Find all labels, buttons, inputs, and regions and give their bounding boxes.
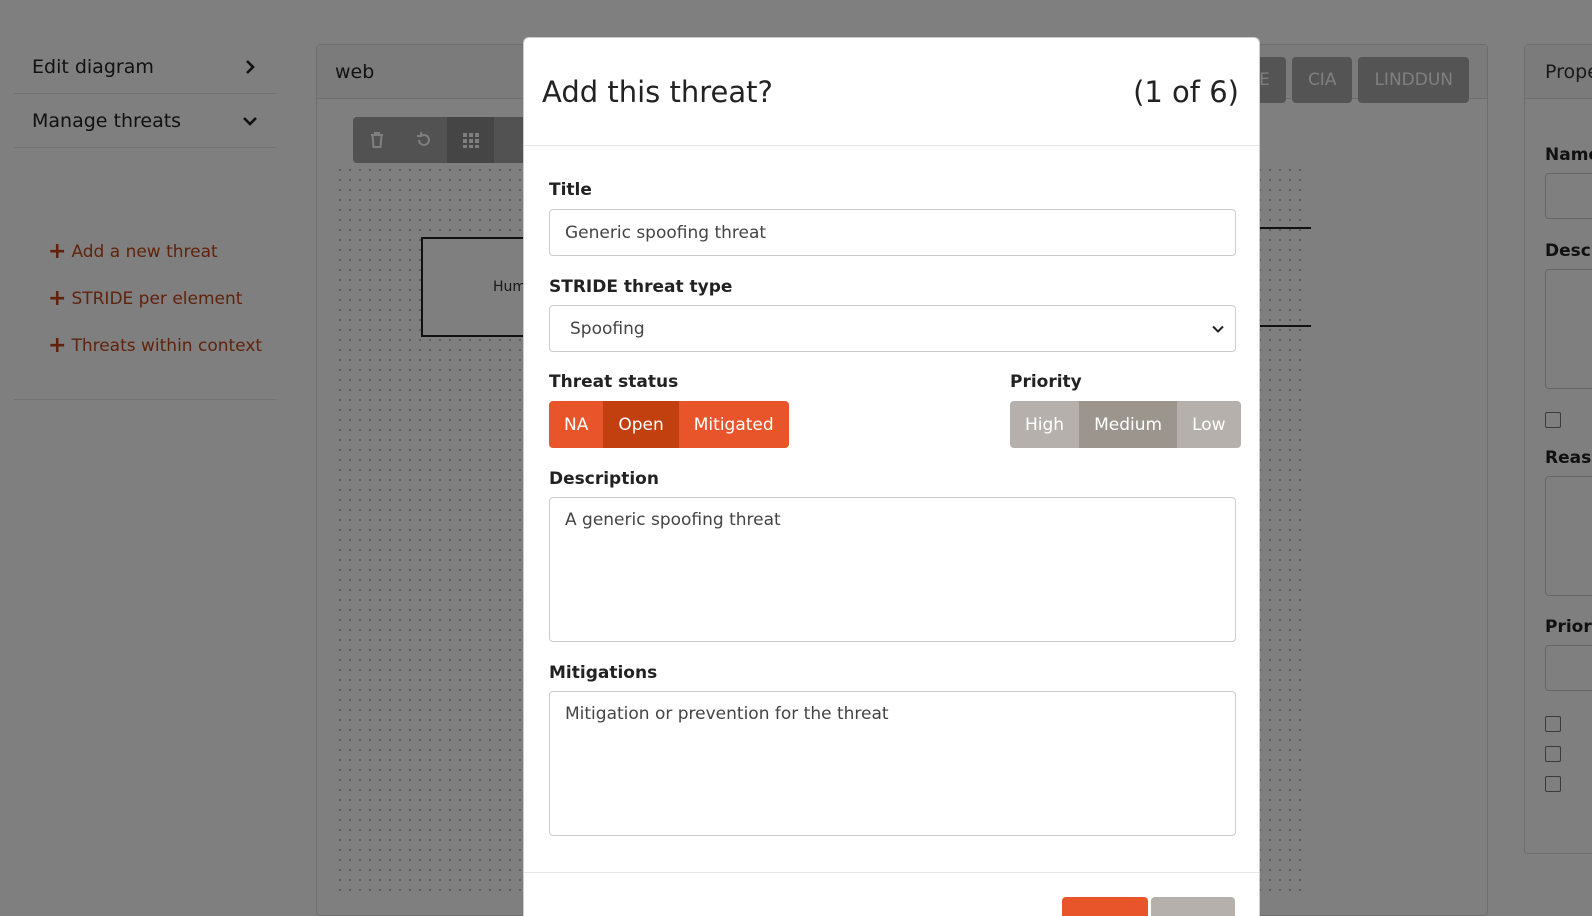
threat-type-label: STRIDE threat type <box>549 277 733 297</box>
title-input[interactable]: Generic spoofing threat <box>549 209 1236 256</box>
description-textarea[interactable]: A generic spoofing threat <box>549 497 1236 642</box>
modal-title: Add this threat? <box>542 74 773 109</box>
status-na-button[interactable]: NA <box>549 401 604 448</box>
mitigations-textarea[interactable]: Mitigation or prevention for the threat <box>549 691 1236 836</box>
modal-footer <box>524 872 1259 916</box>
priority-medium-button[interactable]: Medium <box>1079 401 1178 448</box>
description-value: A generic spoofing threat <box>565 510 781 530</box>
priority-low-button[interactable]: Low <box>1177 401 1241 448</box>
ignore-button[interactable] <box>1151 897 1235 916</box>
mitigations-label: Mitigations <box>549 663 658 683</box>
status-mitigated-button[interactable]: Mitigated <box>678 401 789 448</box>
priority-high-button[interactable]: High <box>1010 401 1080 448</box>
priority-label: Priority <box>1010 372 1082 392</box>
threat-counter: (1 of 6) <box>1133 74 1239 109</box>
description-label: Description <box>549 469 659 489</box>
apply-button[interactable] <box>1062 897 1148 916</box>
threat-status-label: Threat status <box>549 372 679 392</box>
mitigations-value: Mitigation or prevention for the threat <box>565 704 889 724</box>
status-open-button[interactable]: Open <box>603 401 679 448</box>
priority-group: High Medium Low <box>1010 401 1241 448</box>
threat-type-select[interactable]: Spoofing <box>549 305 1236 352</box>
threat-status-group: NA Open Mitigated <box>549 401 789 448</box>
add-threat-modal: Add this threat? (1 of 6) Title Generic … <box>523 37 1260 916</box>
title-label: Title <box>549 180 592 200</box>
modal-header: Add this threat? (1 of 6) <box>524 38 1259 146</box>
title-value: Generic spoofing threat <box>565 222 767 243</box>
threat-type-value: Spoofing <box>570 318 645 339</box>
select-chevron-icon <box>1212 325 1224 333</box>
